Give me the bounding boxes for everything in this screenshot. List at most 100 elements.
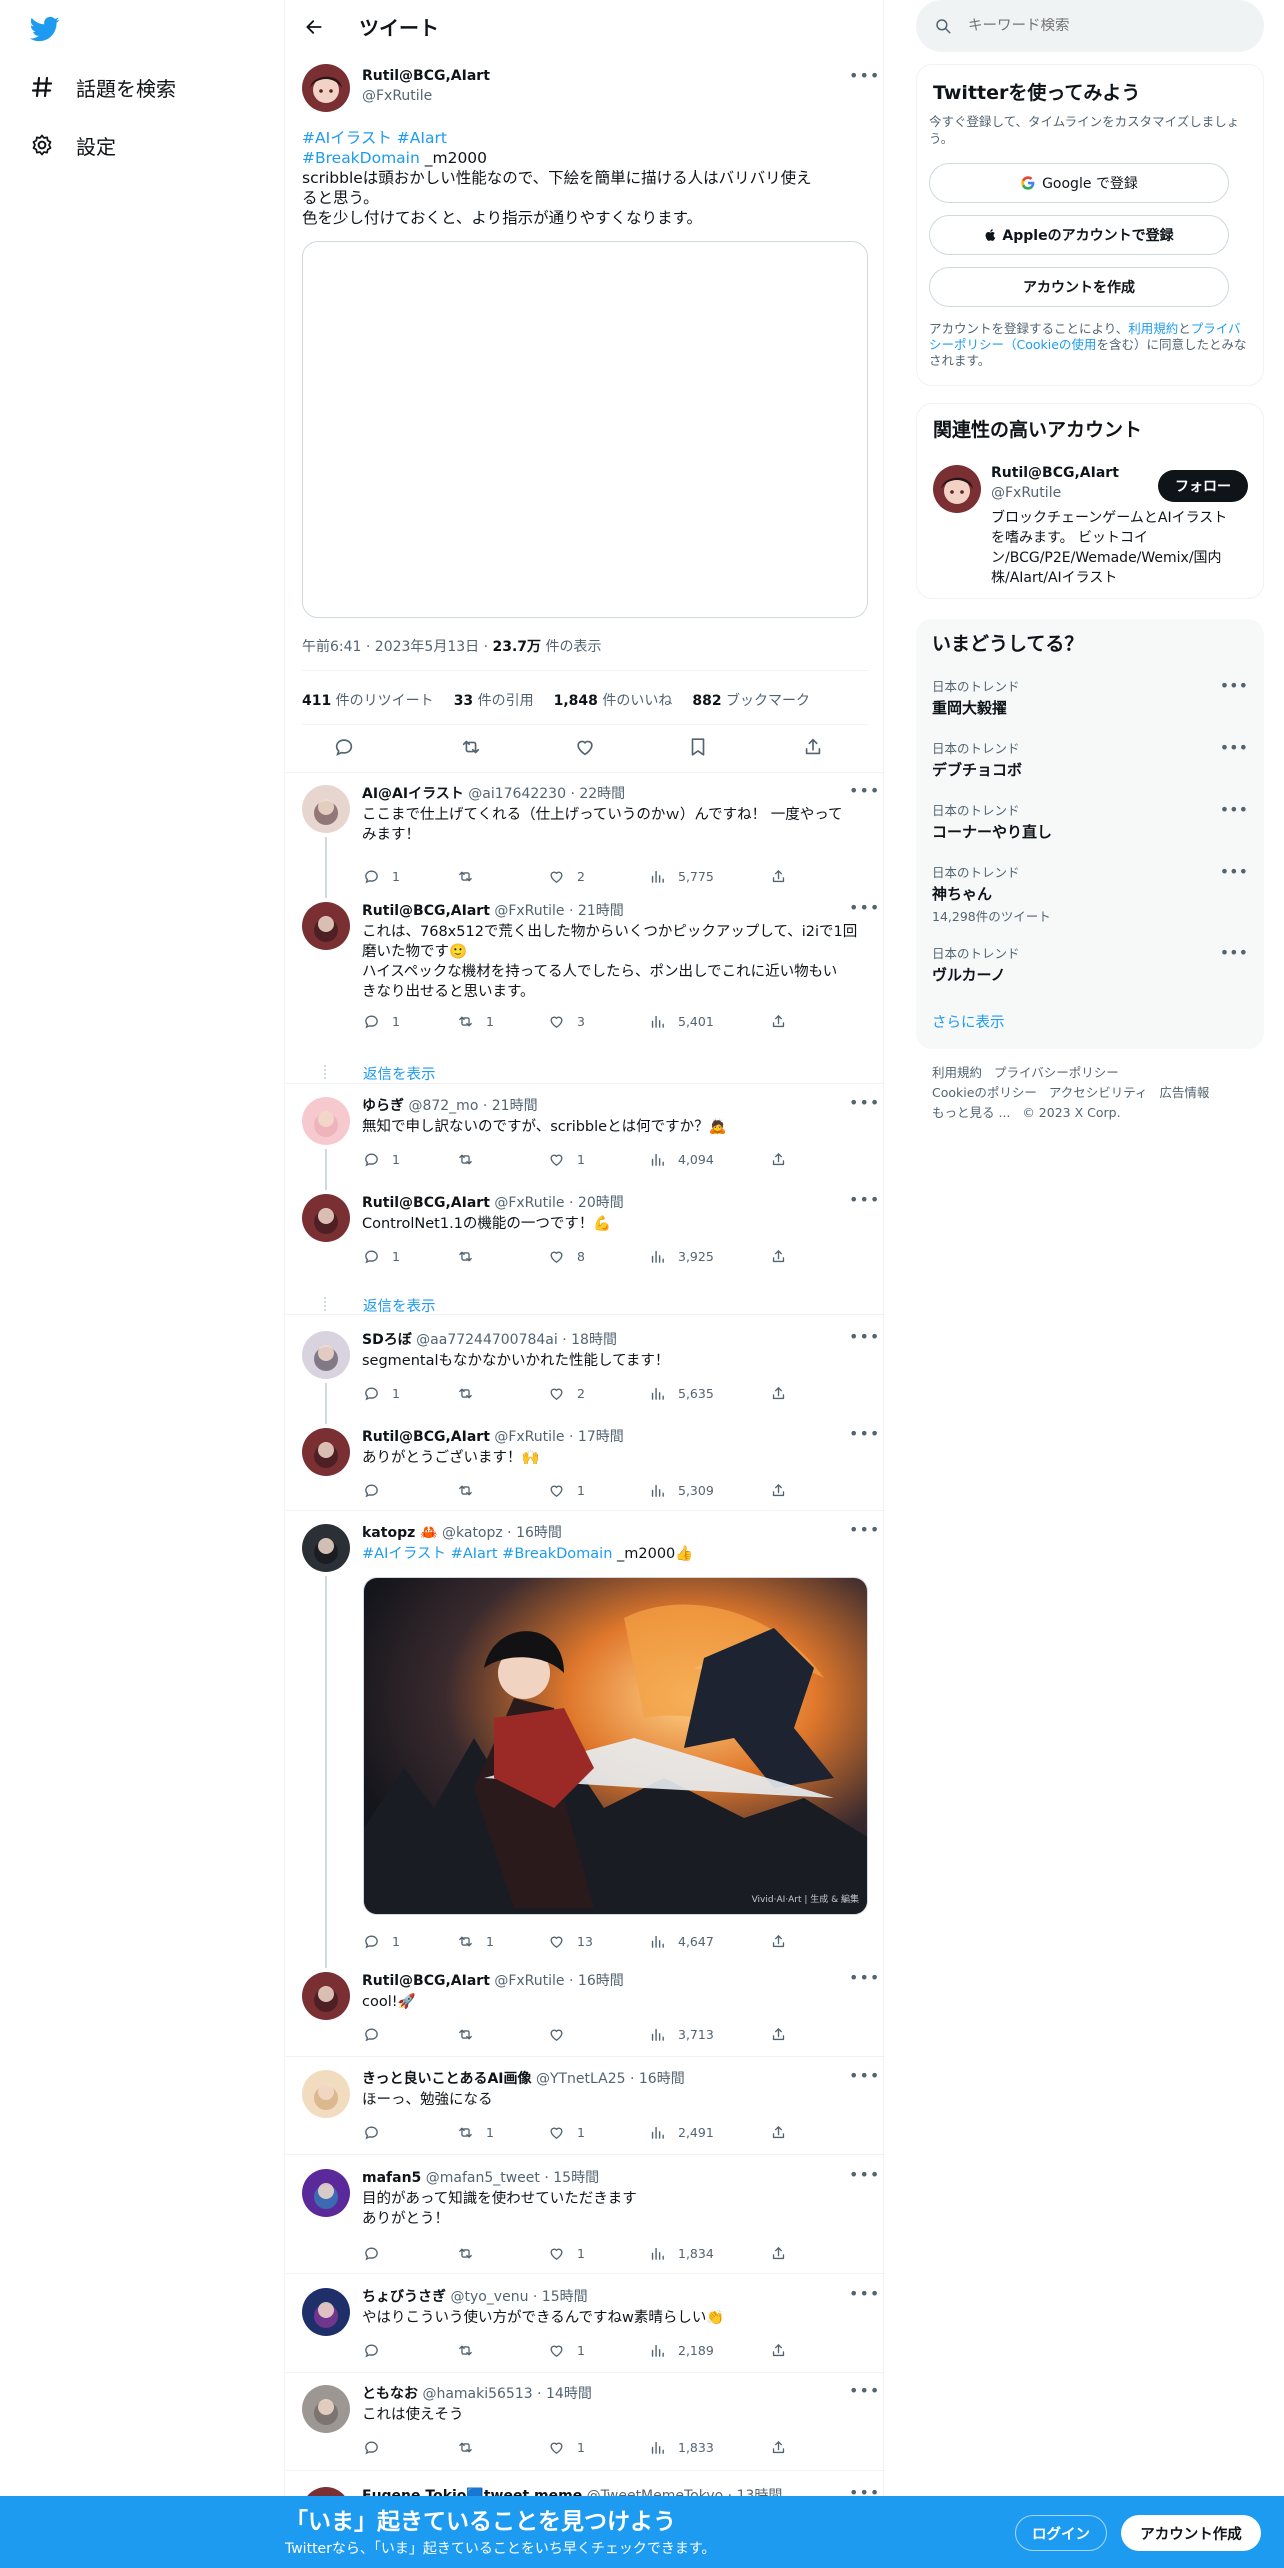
share-button[interactable] bbox=[770, 2342, 787, 2359]
more-options-icon[interactable]: ••• bbox=[849, 1520, 880, 1539]
more-options-icon[interactable]: ••• bbox=[849, 1327, 880, 1346]
share-button[interactable] bbox=[770, 868, 787, 885]
retweet-button[interactable] bbox=[457, 1385, 486, 1402]
reply-button[interactable]: 1 bbox=[363, 868, 400, 885]
avatar[interactable] bbox=[302, 902, 350, 950]
like-button[interactable]: 2 bbox=[548, 868, 585, 885]
footer-link[interactable]: 広告情報 bbox=[1159, 1085, 1209, 1100]
share-button[interactable] bbox=[770, 2245, 787, 2262]
views-button[interactable]: 2,189 bbox=[649, 2342, 714, 2359]
retweet-icon[interactable] bbox=[460, 736, 482, 762]
hashtag-link[interactable]: #BreakDomain bbox=[302, 149, 420, 167]
retweet-button[interactable] bbox=[457, 868, 486, 885]
views-button[interactable]: 1,833 bbox=[649, 2439, 714, 2456]
show-replies-link[interactable]: 返信を表示 bbox=[363, 1295, 436, 1316]
more-options-icon[interactable]: ••• bbox=[849, 1190, 880, 1209]
reply-author-name[interactable]: AI@AIイラスト bbox=[362, 786, 464, 802]
avatar[interactable] bbox=[302, 1097, 350, 1145]
tweet-time[interactable]: 午前6:41 · 2023年5月13日 · bbox=[302, 639, 493, 655]
hashtag-link[interactable]: #AIイラスト bbox=[362, 1546, 446, 1562]
more-options-icon[interactable]: ••• bbox=[849, 781, 880, 800]
reply-author-handle[interactable]: @mafan5_tweet bbox=[426, 2170, 540, 2186]
twitter-logo-icon[interactable] bbox=[28, 14, 62, 44]
views-button[interactable]: 1,834 bbox=[649, 2245, 714, 2262]
bookmark-stat[interactable]: 882 ブックマーク bbox=[692, 690, 810, 710]
share-button[interactable] bbox=[770, 1248, 787, 1265]
avatar[interactable] bbox=[302, 1194, 350, 1242]
share-button[interactable] bbox=[770, 1385, 787, 1402]
like-button[interactable]: 2 bbox=[548, 1385, 585, 1402]
retweet-stat[interactable]: 411 件のリツイート bbox=[302, 690, 434, 710]
more-options-icon[interactable]: ••• bbox=[1220, 862, 1248, 881]
reply-author-handle[interactable]: @tyo_venu bbox=[450, 2289, 528, 2305]
reply-author-name[interactable]: ゆらぎ bbox=[362, 1098, 404, 1114]
views-button[interactable]: 5,635 bbox=[649, 1385, 714, 1402]
show-replies-link[interactable]: 返信を表示 bbox=[363, 1063, 436, 1084]
reply-author-name[interactable]: ともなお bbox=[362, 2386, 418, 2402]
reply-button[interactable] bbox=[363, 2245, 392, 2262]
reply-timestamp[interactable]: 20時間 bbox=[578, 1195, 624, 1211]
trend-item[interactable]: 日本のトレンド 重岡大毅擢 ••• bbox=[932, 676, 1248, 718]
like-stat[interactable]: 1,848 件のいいね bbox=[554, 690, 673, 710]
share-icon[interactable] bbox=[802, 736, 824, 762]
like-button[interactable]: 8 bbox=[548, 1248, 585, 1265]
more-options-icon[interactable]: ••• bbox=[849, 1968, 880, 1987]
like-icon[interactable] bbox=[574, 736, 596, 762]
google-signup-button[interactable]: Google で登録 bbox=[929, 163, 1229, 203]
reply-timestamp[interactable]: 15時間 bbox=[553, 2170, 599, 2186]
more-options-icon[interactable]: ••• bbox=[849, 2381, 880, 2400]
trend-item[interactable]: 日本のトレンド 神ちゃん 14,298件のツイート ••• bbox=[932, 862, 1248, 925]
reply-timestamp[interactable]: 16時間 bbox=[578, 1973, 624, 1989]
share-button[interactable] bbox=[770, 1933, 787, 1950]
footer-link[interactable]: 利用規約 bbox=[932, 1065, 982, 1080]
avatar[interactable] bbox=[933, 465, 981, 513]
show-more-link[interactable]: さらに表示 bbox=[932, 1011, 1005, 1032]
reply-author-handle[interactable]: @FxRutile bbox=[494, 1429, 564, 1445]
retweet-button[interactable] bbox=[457, 2342, 486, 2359]
reply-author-name[interactable]: Rutil@BCG,AIart bbox=[362, 903, 490, 919]
share-button[interactable] bbox=[770, 2026, 787, 2043]
reply-timestamp[interactable]: 21時間 bbox=[578, 903, 624, 919]
avatar[interactable] bbox=[302, 1428, 350, 1476]
media-placeholder[interactable] bbox=[302, 241, 868, 618]
reply-author-name[interactable]: Rutil@BCG,AIart bbox=[362, 1429, 490, 1445]
reply-author-handle[interactable]: @FxRutile bbox=[494, 903, 564, 919]
more-options-icon[interactable]: ••• bbox=[849, 1424, 880, 1443]
reply-button[interactable] bbox=[363, 2026, 392, 2043]
retweet-button[interactable]: 1 bbox=[457, 1933, 494, 1950]
reply-button[interactable] bbox=[363, 1482, 392, 1499]
avatar[interactable] bbox=[302, 785, 350, 833]
more-options-icon[interactable]: ••• bbox=[1220, 676, 1248, 695]
reply-author-name[interactable]: katopz 🦀 bbox=[362, 1525, 438, 1541]
like-button[interactable] bbox=[548, 2026, 577, 2043]
follow-button[interactable]: フォロー bbox=[1158, 470, 1248, 502]
like-button[interactable]: 1 bbox=[548, 2245, 585, 2262]
like-button[interactable]: 1 bbox=[548, 1151, 585, 1168]
signup-button[interactable]: アカウント作成 bbox=[1121, 2515, 1261, 2551]
footer-link[interactable]: アクセシビリティ bbox=[1049, 1085, 1148, 1100]
retweet-button[interactable]: 1 bbox=[457, 1013, 494, 1030]
reply-author-name[interactable]: mafan5 bbox=[362, 2170, 421, 2186]
reply-timestamp[interactable]: 18時間 bbox=[571, 1332, 617, 1348]
footer-link[interactable]: Cookieのポリシー bbox=[932, 1085, 1037, 1100]
reply-author-handle[interactable]: @aa77244700784ai bbox=[416, 1332, 558, 1348]
footer-link[interactable]: プライバシーポリシー bbox=[994, 1065, 1119, 1080]
reply-button[interactable]: 1 bbox=[363, 1933, 400, 1950]
views-button[interactable]: 3,713 bbox=[649, 2026, 714, 2043]
more-options-icon[interactable]: ••• bbox=[849, 1093, 880, 1112]
share-button[interactable] bbox=[770, 1013, 787, 1030]
reply-author-name[interactable]: SDろぼ bbox=[362, 1332, 412, 1348]
reply-author-handle[interactable]: @hamaki56513 bbox=[422, 2386, 532, 2402]
login-button[interactable]: ログイン bbox=[1015, 2515, 1107, 2551]
terms-link[interactable]: 利用規約 bbox=[1128, 321, 1178, 336]
reply-author-handle[interactable]: @ai17642230 bbox=[468, 786, 566, 802]
reply-timestamp[interactable]: 22時間 bbox=[579, 786, 625, 802]
more-options-icon[interactable]: ••• bbox=[1220, 800, 1248, 819]
views-button[interactable]: 4,647 bbox=[649, 1933, 714, 1950]
like-button[interactable]: 1 bbox=[548, 1482, 585, 1499]
reply-timestamp[interactable]: 16時間 bbox=[516, 1525, 562, 1541]
views-button[interactable]: 5,309 bbox=[649, 1482, 714, 1499]
nav-explore[interactable]: 話題を検索 bbox=[28, 67, 176, 107]
views-button[interactable]: 5,401 bbox=[649, 1013, 714, 1030]
reply-timestamp[interactable]: 15時間 bbox=[542, 2289, 588, 2305]
